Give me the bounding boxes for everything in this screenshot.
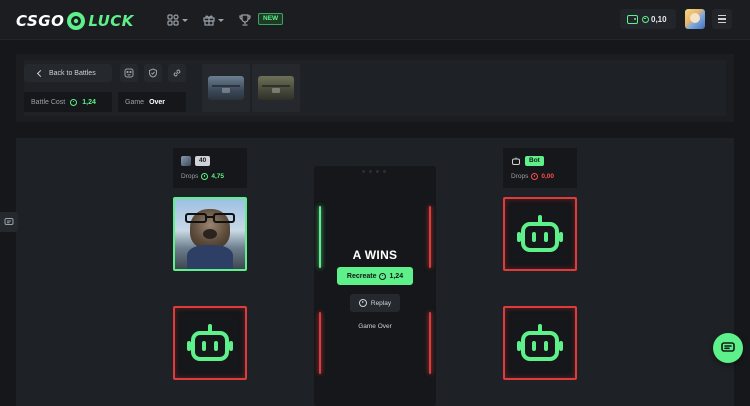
battle-info-inner: Back to Battles Battle Cost 1,24 Game Ov… xyxy=(24,60,726,116)
loser-indicator-left xyxy=(319,312,321,374)
replay-icon xyxy=(358,299,367,307)
link-icon xyxy=(173,69,181,77)
robot-icon xyxy=(517,324,563,361)
robot-icon xyxy=(187,324,233,361)
shield-check-icon xyxy=(149,68,157,78)
replay-label: Replay xyxy=(370,299,392,307)
battle-cost-value: 1,24 xyxy=(82,98,96,106)
coin-icon xyxy=(201,173,209,180)
wallet-icon xyxy=(627,14,638,24)
weapon-case-icon xyxy=(208,76,244,100)
weapon-case-icon xyxy=(258,76,294,100)
copy-link-button[interactable] xyxy=(168,64,186,82)
fairness-button[interactable] xyxy=(120,64,138,82)
recreate-battle-button[interactable]: Recreate 1,24 xyxy=(337,267,413,285)
new-badge[interactable]: NEW xyxy=(258,13,284,25)
recreate-label: Recreate xyxy=(346,272,377,280)
back-to-battles-button[interactable]: Back to Battles xyxy=(24,64,112,82)
drops-value: 0,00 xyxy=(541,173,554,180)
coin-icon xyxy=(70,98,78,106)
back-label: Back to Battles xyxy=(49,69,96,77)
chevron-left-icon xyxy=(36,69,45,77)
player-a-slot-1 xyxy=(173,197,247,271)
rewards-menu[interactable] xyxy=(203,13,224,27)
logo-text-left: CSGO xyxy=(16,12,65,30)
battle-result-panel: A WINS Recreate 1,24 Replay Game Over xyxy=(314,166,436,406)
player-a-drops: Drops 4,75 xyxy=(181,173,224,180)
gift-icon xyxy=(203,15,215,26)
round-indicator xyxy=(362,170,386,173)
replay-button[interactable]: Replay xyxy=(350,294,400,312)
battle-arena: 40 Drops 4,75 Bot Drops 0,00 A WINS Recr… xyxy=(16,138,734,406)
support-chat-button[interactable] xyxy=(713,333,743,363)
player-b-drops: Drops 0,00 xyxy=(511,173,554,180)
game-label: Game xyxy=(125,98,145,106)
provably-fair-button[interactable] xyxy=(144,64,162,82)
logo-text-right: LUCK xyxy=(88,12,134,30)
games-grid-icon xyxy=(167,14,179,26)
game-status-text: Game Over xyxy=(358,323,392,330)
robot-icon xyxy=(517,215,563,252)
battle-cost-label: Battle Cost xyxy=(31,98,66,106)
chat-toggle-button[interactable] xyxy=(0,212,18,232)
robot-icon xyxy=(512,157,520,165)
wallet-balance[interactable]: 0,10 xyxy=(620,9,676,29)
top-header: CSGO LUCK NEW 0,10 xyxy=(0,0,750,40)
recreate-value: 1,24 xyxy=(389,272,404,280)
chevron-down-icon xyxy=(182,18,188,22)
player-a-header: 40 Drops 4,75 xyxy=(173,148,247,188)
level-badge: 40 xyxy=(195,156,211,166)
loser-indicator-right xyxy=(429,312,431,374)
balance-value: 0,10 xyxy=(651,14,667,24)
player-a-slot-2 xyxy=(173,306,247,380)
chat-icon xyxy=(4,218,14,225)
battle-info-panel: Back to Battles Battle Cost 1,24 Game Ov… xyxy=(16,54,734,122)
drops-label: Drops xyxy=(181,173,199,180)
coin-icon xyxy=(642,15,649,23)
user-avatar[interactable] xyxy=(685,9,705,29)
player-avatar[interactable] xyxy=(181,156,191,166)
leaderboard-link[interactable] xyxy=(239,13,251,27)
player-b-slot-1 xyxy=(503,197,577,271)
coin-icon xyxy=(531,173,539,180)
face-icon xyxy=(124,68,134,78)
player-avatar-photo xyxy=(175,199,245,269)
player-b-header: Bot Drops 0,00 xyxy=(503,148,577,188)
player-b-slot-2 xyxy=(503,306,577,380)
clover-icon xyxy=(67,12,86,30)
drops-label: Drops xyxy=(511,173,529,180)
hamburger-menu-button[interactable] xyxy=(712,9,732,29)
games-menu[interactable] xyxy=(167,13,188,27)
winner-title: A WINS xyxy=(352,248,398,262)
battle-cost-box: Battle Cost 1,24 xyxy=(24,92,112,112)
game-status-box: Game Over xyxy=(118,92,186,112)
chat-bubble-icon xyxy=(721,342,735,352)
game-status-value: Over xyxy=(149,98,166,106)
case-slot-1[interactable] xyxy=(202,64,250,112)
chevron-down-icon xyxy=(218,18,224,22)
coin-icon xyxy=(379,272,387,280)
balance-amount: 0,10 xyxy=(642,15,667,24)
trophy-icon xyxy=(239,14,251,26)
bot-badge: Bot xyxy=(525,156,544,166)
glasses-icon xyxy=(185,213,235,223)
site-logo[interactable]: CSGO LUCK xyxy=(16,11,134,31)
drops-value: 4,75 xyxy=(211,173,224,180)
case-slot-2[interactable] xyxy=(252,64,300,112)
